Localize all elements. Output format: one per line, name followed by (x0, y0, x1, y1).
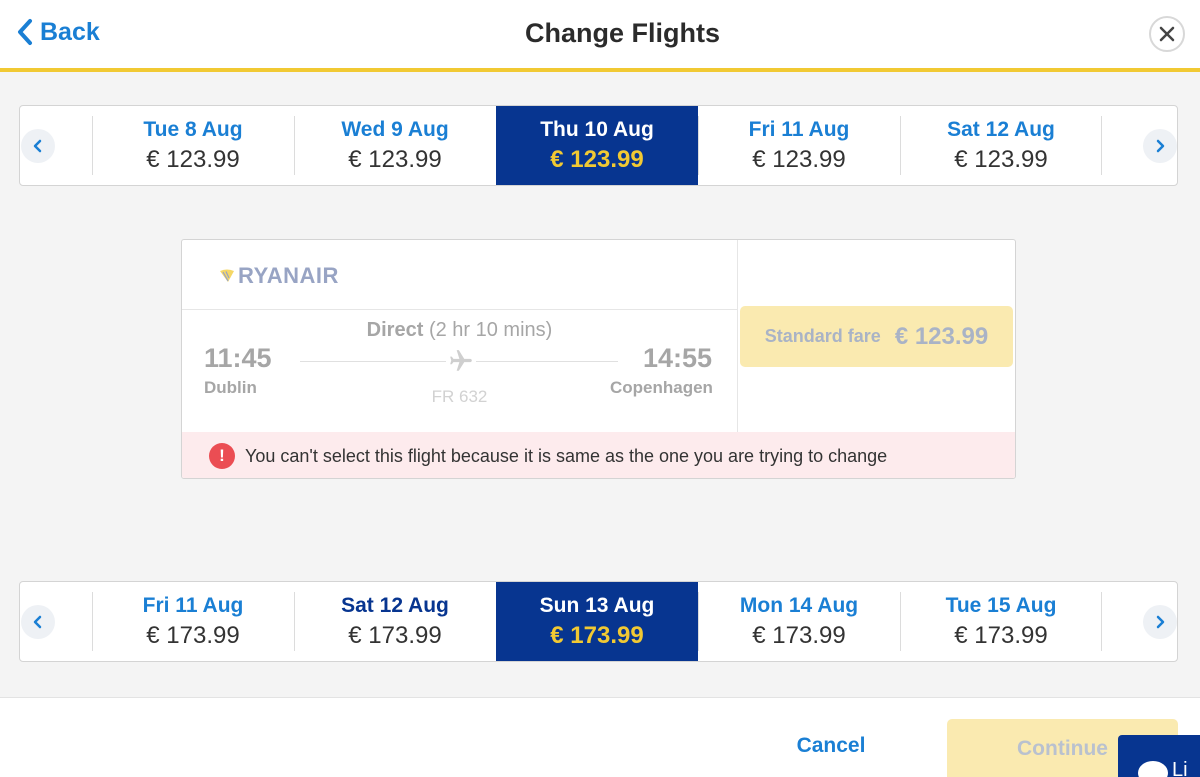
airline-row: RYANAIR (182, 240, 737, 310)
date-price: € 123.99 (348, 145, 442, 173)
outbound-prev-arrow[interactable] (21, 129, 55, 163)
footer: Cancel Continue (0, 697, 1200, 777)
date-tab-tue-15-aug[interactable]: Tue 15 Aug € 173.99 (900, 582, 1102, 661)
chevron-left-icon (33, 615, 42, 629)
outbound-next-arrow[interactable] (1143, 129, 1177, 163)
close-button[interactable] (1149, 16, 1185, 52)
date-label: Sat 12 Aug (947, 117, 1055, 141)
date-price: € 123.99 (550, 145, 644, 173)
route-type: Direct (2 hr 10 mins) (182, 319, 737, 342)
return-dates: Fri 11 Aug € 173.99 Sat 12 Aug € 173.99 … (92, 582, 1102, 661)
date-label: Fri 11 Aug (142, 593, 244, 617)
date-tab-wed-9-aug[interactable]: Wed 9 Aug € 123.99 (294, 106, 496, 185)
date-label: Tue 8 Aug (143, 117, 243, 141)
airline-logo: RYANAIR (219, 263, 339, 289)
fare-name: Standard fare (764, 326, 881, 346)
standard-fare-button[interactable]: Standard fare € 123.99 (740, 306, 1013, 367)
warning-text: You can't select this flight because it … (245, 445, 888, 466)
date-tab-fri-11-aug[interactable]: Fri 11 Aug € 173.99 (92, 582, 294, 661)
date-tab-fri-11-aug[interactable]: Fri 11 Aug € 123.99 (698, 106, 900, 185)
date-label: Sat 12 Aug (341, 593, 449, 617)
date-tab-thu-10-aug[interactable]: Thu 10 Aug € 123.99 (496, 106, 698, 185)
date-tab-sat-12-aug[interactable]: Sat 12 Aug € 123.99 (900, 106, 1102, 185)
date-price: € 173.99 (954, 621, 1048, 649)
return-next-arrow[interactable] (1143, 605, 1177, 639)
chevron-right-icon (1156, 615, 1165, 629)
date-tab-mon-14-aug[interactable]: Mon 14 Aug € 173.99 (698, 582, 900, 661)
date-price: € 123.99 (954, 145, 1048, 173)
return-date-carousel: Fri 11 Aug € 173.99 Sat 12 Aug € 173.99 … (19, 581, 1178, 662)
route-type-label: Direct (366, 319, 424, 341)
harp-icon (220, 269, 234, 282)
date-price: € 123.99 (146, 145, 240, 173)
return-prev-arrow[interactable] (21, 605, 55, 639)
date-price: € 173.99 (348, 621, 442, 649)
date-price: € 123.99 (752, 145, 846, 173)
flight-card: RYANAIR Direct (2 hr 10 mins) 11:45 Dubl… (181, 239, 1016, 479)
date-tab-sat-12-aug[interactable]: Sat 12 Aug € 173.99 (294, 582, 496, 661)
header: Back Change Flights (0, 0, 1200, 72)
chat-label: Li (1172, 759, 1188, 777)
page-title: Change Flights (525, 18, 720, 48)
date-price: € 173.99 (146, 621, 240, 649)
date-label: Thu 10 Aug (540, 117, 654, 141)
departure-time: 11:45 (204, 343, 272, 373)
chevron-left-icon (33, 139, 42, 153)
fare-column: Standard fare € 123.99 (737, 240, 1015, 432)
arrival-time: 14:55 (643, 343, 713, 373)
chat-bubble-icon (1138, 761, 1168, 777)
flight-route: Direct (2 hr 10 mins) 11:45 Dublin 14:55… (182, 310, 737, 432)
date-label: Fri 11 Aug (748, 117, 850, 141)
chevron-right-icon (1156, 139, 1165, 153)
fare-price: € 123.99 (894, 322, 989, 350)
date-price: € 173.99 (752, 621, 846, 649)
live-chat-button[interactable]: Li (1118, 735, 1200, 777)
warning-banner: ! You can't select this flight because i… (182, 432, 1015, 478)
flight-number: FR 632 (431, 387, 488, 406)
date-tab-tue-8-aug[interactable]: Tue 8 Aug € 123.99 (92, 106, 294, 185)
date-label: Mon 14 Aug (739, 593, 859, 617)
plane-icon (446, 346, 476, 376)
outbound-date-carousel: Tue 8 Aug € 123.99 Wed 9 Aug € 123.99 Th… (19, 105, 1178, 186)
date-label: Wed 9 Aug (341, 117, 449, 141)
outbound-dates: Tue 8 Aug € 123.99 Wed 9 Aug € 123.99 Th… (92, 106, 1102, 185)
cancel-button[interactable]: Cancel (771, 734, 891, 758)
flight-duration: (2 hr 10 mins) (428, 319, 553, 341)
alert-icon: ! (209, 443, 235, 469)
date-price: € 173.99 (550, 621, 644, 649)
continue-label: Continue (1017, 737, 1108, 760)
date-label: Tue 15 Aug (945, 593, 1057, 617)
date-tab-sun-13-aug[interactable]: Sun 13 Aug € 173.99 (496, 582, 698, 661)
date-label: Sun 13 Aug (539, 593, 655, 617)
airline-name: RYANAIR (238, 263, 339, 288)
close-icon (1159, 26, 1175, 42)
